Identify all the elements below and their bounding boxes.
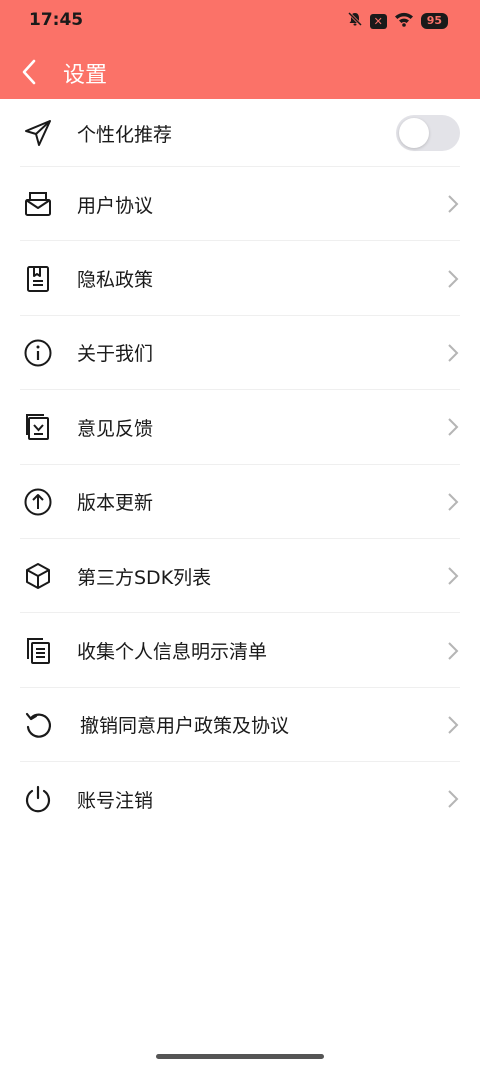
setting-label: 关于我们 [77,343,154,366]
header: 17:45 ✕ 95 设置 [0,0,480,99]
chevron-right-icon [446,268,460,290]
undo-icon [22,709,54,741]
setting-label: 版本更新 [77,492,154,515]
send-icon [22,117,54,149]
setting-about-us[interactable]: 关于我们 [0,316,480,391]
setting-third-party-sdk-list[interactable]: 第三方SDK列表 [0,539,480,614]
chevron-right-icon [446,788,460,810]
setting-user-agreement[interactable]: 用户协议 [0,167,480,242]
info-icon [22,337,54,369]
setting-feedback[interactable]: 意见反馈 [0,390,480,465]
status-time: 17:45 [29,10,84,30]
page-title: 设置 [63,63,108,88]
back-button[interactable] [14,54,44,90]
toggle-knob [399,118,429,148]
mail-tray-icon [22,188,54,220]
upload-circle-icon [22,486,54,518]
battery-icon: 95 [420,13,448,29]
setting-label: 撤销同意用户政策及协议 [80,715,290,738]
chevron-right-icon [446,491,460,513]
bell-muted-icon [347,11,363,31]
home-indicator[interactable] [156,1054,324,1059]
chevron-right-icon [446,565,460,587]
setting-version-update[interactable]: 版本更新 [0,465,480,539]
setting-label: 意见反馈 [77,417,154,440]
setting-label: 收集个人信息明示清单 [77,641,268,664]
settings-list: 个性化推荐 用户协议 隐私政策 关于我们 意见反馈 版本更新 第三方SDK列表 … [0,99,480,837]
chevron-right-icon [446,416,460,438]
setting-label: 用户协议 [77,194,154,217]
setting-personalized-recommendation: 个性化推荐 [0,99,480,167]
chevron-right-icon [446,193,460,215]
setting-label: 隐私政策 [77,269,154,292]
chevron-right-icon [446,640,460,662]
chevron-right-icon [446,342,460,364]
title-bar: 设置 [0,46,480,99]
document-icon [22,263,54,295]
copy-icon [22,635,54,667]
feedback-icon [22,411,54,443]
setting-personal-info-list[interactable]: 收集个人信息明示清单 [0,613,480,688]
power-icon [22,783,54,815]
cube-icon [22,560,54,592]
setting-privacy-policy[interactable]: 隐私政策 [0,241,480,316]
setting-label: 第三方SDK列表 [77,566,212,589]
status-bar: 17:45 ✕ 95 [0,0,480,40]
setting-revoke-consent[interactable]: 撤销同意用户政策及协议 [0,688,480,763]
setting-account-deletion[interactable]: 账号注销 [0,762,480,836]
chevron-left-icon [22,59,36,85]
personalized-recommendation-toggle[interactable] [396,115,460,151]
chevron-right-icon [446,714,460,736]
status-icons: ✕ 95 [347,11,448,31]
setting-label: 个性化推荐 [77,123,173,146]
wifi-icon [394,11,414,31]
x-badge-icon: ✕ [369,13,387,29]
setting-label: 账号注销 [77,789,154,812]
